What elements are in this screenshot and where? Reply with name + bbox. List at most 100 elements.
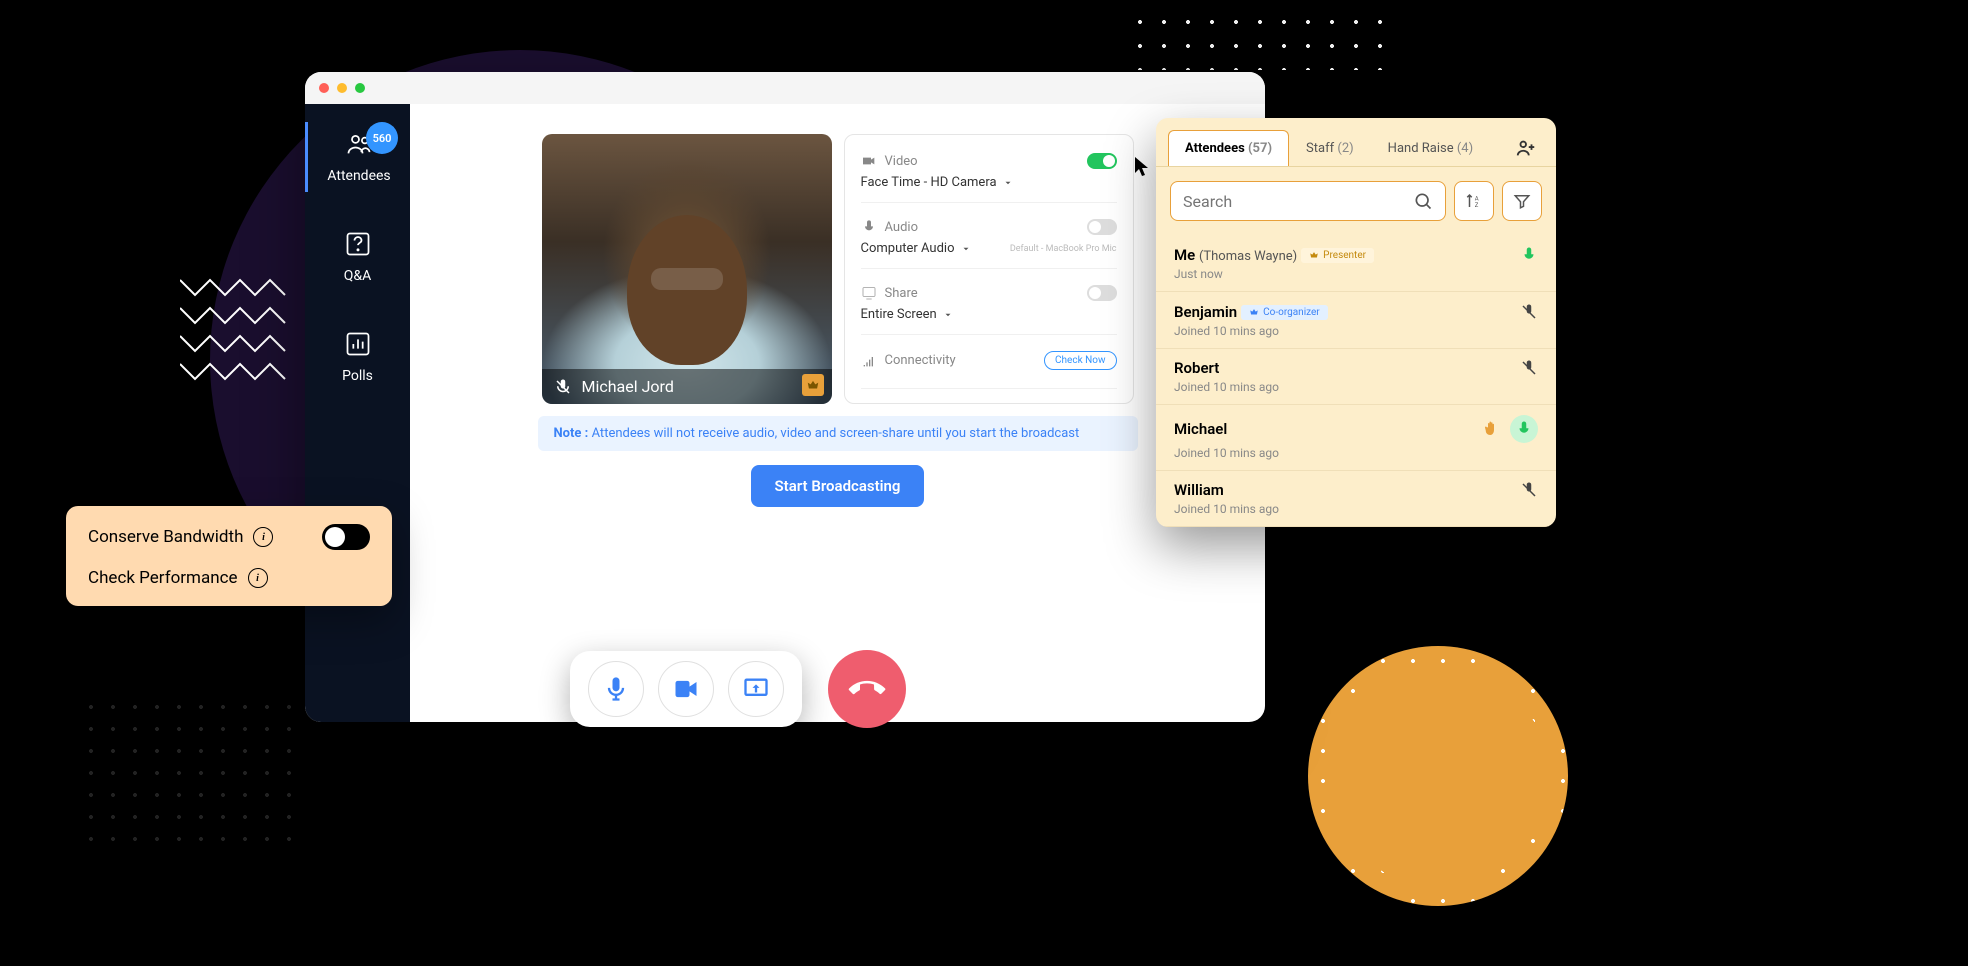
share-button[interactable] <box>728 661 784 717</box>
setting-connectivity: Connectivity Check Now <box>861 351 1117 389</box>
conserve-bandwidth-toggle[interactable] <box>322 524 370 550</box>
cursor-icon <box>1135 157 1151 177</box>
attendee-status: Joined 10 mins ago <box>1174 446 1538 460</box>
tab-hand-raise[interactable]: Hand Raise (4) <box>1371 130 1490 166</box>
check-performance-label: Check Performance <box>88 568 238 588</box>
mic-button[interactable] <box>588 661 644 717</box>
share-source-dropdown[interactable]: Entire Screen <box>861 307 1117 322</box>
mic-icon <box>861 219 877 235</box>
phone-icon <box>842 664 893 715</box>
video-label: Video <box>861 153 918 169</box>
close-dot[interactable] <box>319 83 329 93</box>
sidebar-label: Attendees <box>327 168 390 184</box>
sidebar-item-attendees[interactable]: 560 Attendees <box>305 122 410 192</box>
search-icon <box>1413 191 1433 211</box>
info-icon[interactable]: i <box>253 527 273 547</box>
mic-muted-icon <box>554 378 572 396</box>
video-toggle[interactable] <box>1087 153 1117 169</box>
minimize-dot[interactable] <box>337 83 347 93</box>
attendees-panel: Attendees (57) Staff (2) Hand Raise (4) … <box>1156 118 1556 527</box>
setting-video: Video Face Time - HD Camera <box>861 153 1117 203</box>
call-controls <box>570 650 906 728</box>
role-badge: Co-organizer <box>1241 305 1328 320</box>
sidebar-item-polls[interactable]: Polls <box>305 322 410 392</box>
attendee-status: Joined 10 mins ago <box>1174 324 1538 338</box>
svg-text:A: A <box>1475 195 1479 202</box>
video-icon <box>672 675 700 703</box>
attendee-status: Joined 10 mins ago <box>1174 502 1538 516</box>
mic-active-circle <box>1510 415 1538 443</box>
main-window: 560 Attendees Q&A Polls Michae <box>305 72 1265 722</box>
presenter-face <box>627 215 747 365</box>
attendee-list: Me (Thomas Wayne) Presenter Just now Ben… <box>1156 235 1556 527</box>
sort-button[interactable]: AZ <box>1454 181 1494 221</box>
media-controls-group <box>570 651 802 727</box>
maximize-dot[interactable] <box>355 83 365 93</box>
share-toggle[interactable] <box>1087 285 1117 301</box>
attendee-row[interactable]: Benjamin Co-organizer Joined 10 mins ago <box>1156 292 1556 349</box>
decor-zigzag <box>180 270 300 390</box>
filter-button[interactable] <box>1502 181 1542 221</box>
connectivity-label: Connectivity <box>861 353 956 369</box>
chevron-down-icon <box>961 244 971 254</box>
crown-badge <box>802 374 824 396</box>
start-broadcasting-button[interactable]: Start Broadcasting <box>751 465 925 507</box>
share-label: Share <box>861 285 918 301</box>
device-settings-card: Video Face Time - HD Camera <box>844 134 1134 404</box>
tab-staff[interactable]: Staff (2) <box>1289 130 1371 166</box>
window-header <box>305 72 1265 104</box>
mic-muted-icon <box>1520 481 1538 499</box>
bandwidth-card: Conserve Bandwidth i Check Performance i <box>66 506 392 606</box>
main-area: Michael Jord Video <box>410 104 1265 722</box>
signal-icon <box>861 353 877 369</box>
video-preview: Michael Jord <box>542 134 832 404</box>
video-source-dropdown[interactable]: Face Time - HD Camera <box>861 175 1117 190</box>
search-input[interactable] <box>1183 192 1405 211</box>
crown-icon <box>1309 250 1319 260</box>
attendee-row[interactable]: Michael Joined 10 mins ago <box>1156 405 1556 471</box>
role-badge: Presenter <box>1301 248 1374 263</box>
help-square-icon <box>344 230 372 258</box>
video-icon <box>861 153 877 169</box>
camera-button[interactable] <box>658 661 714 717</box>
mic-muted-icon <box>1520 359 1538 377</box>
check-performance-row[interactable]: Check Performance i <box>88 568 370 588</box>
broadcast-note: Note : Attendees will not receive audio,… <box>538 416 1138 451</box>
audio-toggle[interactable] <box>1087 219 1117 235</box>
attendee-row[interactable]: Me (Thomas Wayne) Presenter Just now <box>1156 235 1556 292</box>
conserve-bandwidth-label: Conserve Bandwidth <box>88 527 243 547</box>
mic-active-icon <box>1515 420 1533 438</box>
chevron-down-icon <box>943 310 953 320</box>
hand-raised-icon <box>1482 420 1500 438</box>
sidebar-item-qa[interactable]: Q&A <box>305 222 410 292</box>
attendee-search[interactable] <box>1170 181 1446 221</box>
sort-az-icon: AZ <box>1465 192 1483 210</box>
svg-text:Z: Z <box>1475 202 1479 209</box>
attendee-count-badge: 560 <box>366 122 398 154</box>
chevron-down-icon <box>1003 178 1013 188</box>
attendee-row[interactable]: William Joined 10 mins ago <box>1156 471 1556 527</box>
mic-active-icon <box>1520 246 1538 264</box>
screen-icon <box>861 285 877 301</box>
attendees-tabs: Attendees (57) Staff (2) Hand Raise (4) <box>1156 118 1556 167</box>
attendee-row[interactable]: Robert Joined 10 mins ago <box>1156 349 1556 405</box>
filter-icon <box>1513 192 1531 210</box>
mic-muted-icon <box>1520 303 1538 321</box>
sidebar-label: Q&A <box>344 268 371 284</box>
tab-attendees[interactable]: Attendees (57) <box>1168 130 1289 166</box>
audio-source-dropdown[interactable]: Computer Audio <box>861 241 971 256</box>
hangup-button[interactable] <box>828 650 906 728</box>
chart-icon <box>344 330 372 358</box>
decor-orange-circle <box>1308 646 1568 906</box>
check-connectivity-button[interactable]: Check Now <box>1044 351 1116 370</box>
decor-dots <box>1128 10 1388 70</box>
add-person-button[interactable] <box>1508 130 1544 166</box>
crown-icon <box>1249 307 1259 317</box>
share-screen-icon <box>742 675 770 703</box>
video-overlay: Michael Jord <box>542 369 832 404</box>
decor-dots <box>80 696 300 856</box>
attendee-status: Joined 10 mins ago <box>1174 380 1538 394</box>
setting-share: Share Entire Screen <box>861 285 1117 335</box>
info-icon[interactable]: i <box>248 568 268 588</box>
sidebar: 560 Attendees Q&A Polls <box>305 104 410 722</box>
